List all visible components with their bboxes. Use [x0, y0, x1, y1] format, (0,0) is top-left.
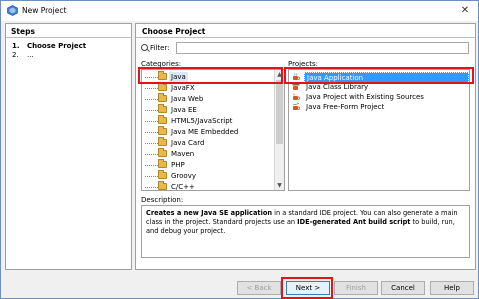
project-item-java-class-library[interactable]: Java Class Library [291, 82, 467, 92]
search-icon [141, 44, 148, 51]
tree-connector [145, 132, 158, 133]
folder-icon [158, 115, 167, 124]
categories-label: Categories: [141, 60, 182, 68]
projects-list[interactable]: Java Application Java Class Library Java… [288, 69, 470, 191]
folder-icon [158, 181, 167, 190]
description-bold-1: Creates a new Java SE application [146, 209, 273, 217]
finish-button[interactable]: Finish [334, 281, 378, 295]
category-label: Java Card [171, 139, 205, 147]
tree-connector [145, 165, 158, 166]
project-item-java-free-form[interactable]: Java Free-Form Project [291, 102, 467, 112]
netbeans-app-icon [7, 5, 18, 16]
category-label: Maven [171, 150, 195, 158]
project-item-java-existing-sources[interactable]: Java Project with Existing Sources [291, 92, 467, 102]
category-item-c-cpp[interactable]: C/C++ [142, 181, 272, 191]
category-label: PHP [171, 161, 185, 169]
description-box: Creates a new Java SE application in a s… [141, 205, 470, 258]
filter-input[interactable] [176, 42, 469, 54]
close-icon: ✕ [460, 5, 470, 16]
folder-icon [158, 93, 167, 102]
filter-label: Filter: [141, 44, 170, 52]
scroll-up-icon[interactable]: ▲ [275, 70, 284, 79]
new-project-dialog: New Project ✕ Steps 1. Choose Project 2..… [0, 0, 479, 299]
category-item-maven[interactable]: Maven [142, 148, 272, 159]
steps-header: Steps [6, 24, 131, 38]
folder-icon [158, 104, 167, 113]
category-label: Java Web [171, 95, 204, 103]
step-number: 1. [12, 42, 20, 50]
steps-panel: Steps 1. Choose Project 2.... [5, 23, 132, 270]
cancel-button[interactable]: Cancel [381, 281, 425, 295]
project-label: Java Class Library [306, 83, 369, 91]
category-item-java-card[interactable]: Java Card [142, 137, 272, 148]
category-item-java-web[interactable]: Java Web [142, 93, 272, 104]
category-item-java-me-embedded[interactable]: Java ME Embedded [142, 126, 272, 137]
category-item-html5-javascript[interactable]: HTML5/JavaScript [142, 115, 272, 126]
panel-header: Choose Project [136, 24, 475, 38]
folder-icon [158, 159, 167, 168]
title-bar: New Project ✕ [1, 1, 478, 21]
folder-icon [158, 71, 167, 80]
scroll-down-icon[interactable]: ▼ [275, 181, 284, 190]
java-free-form-icon [292, 103, 300, 110]
projects-label: Projects: [288, 60, 318, 68]
choose-project-panel: Choose Project Filter: Categories: Proje… [135, 23, 476, 270]
scrollbar-thumb[interactable] [276, 80, 283, 144]
step-label: ... [27, 51, 34, 59]
tree-connector [145, 187, 158, 188]
next-button[interactable]: Next > [286, 281, 330, 295]
folder-icon [158, 148, 167, 157]
panel-title: Choose Project [142, 27, 206, 36]
java-cup-icon [293, 73, 300, 80]
tree-connector [145, 77, 158, 78]
help-button[interactable]: Help [430, 281, 474, 295]
tree-connector [145, 154, 158, 155]
categories-scrollbar[interactable]: ▲ ▼ [274, 70, 284, 190]
category-label: Java [169, 72, 188, 82]
tree-connector [145, 121, 158, 122]
category-item-javafx[interactable]: JavaFX [142, 82, 272, 93]
category-label: JavaFX [171, 84, 195, 92]
project-label: Java Project with Existing Sources [306, 93, 424, 101]
tree-connector [145, 99, 158, 100]
steps-title: Steps [11, 27, 35, 36]
tree-connector [145, 176, 158, 177]
project-item-java-application[interactable]: Java Application [291, 72, 469, 84]
tree-connector [145, 88, 158, 89]
java-existing-sources-icon [293, 93, 300, 100]
tree-connector [145, 143, 158, 144]
category-label: Java ME Embedded [171, 128, 239, 136]
category-label: Groovy [171, 172, 196, 180]
category-label: HTML5/JavaScript [171, 117, 233, 125]
project-label: Java Free-Form Project [306, 103, 385, 111]
folder-icon [158, 170, 167, 179]
java-library-icon [292, 84, 300, 90]
category-label: C/C++ [171, 183, 195, 191]
folder-icon [158, 126, 167, 135]
category-item-groovy[interactable]: Groovy [142, 170, 272, 181]
category-item-php[interactable]: PHP [142, 159, 272, 170]
category-label: Java EE [171, 106, 197, 114]
close-button[interactable]: ✕ [456, 3, 474, 19]
folder-icon [158, 82, 167, 91]
step-item-next: 2.... [12, 51, 34, 59]
description-bold-2: IDE-generated Ant build script [297, 218, 411, 226]
filter-label-text: Filter: [150, 44, 170, 52]
window-title: New Project [22, 6, 67, 15]
category-item-java[interactable]: Java [142, 71, 272, 82]
step-label: Choose Project [27, 42, 87, 50]
step-number: 2. [12, 51, 19, 59]
back-button[interactable]: < Back [237, 281, 281, 295]
folder-icon [158, 137, 167, 146]
category-item-java-ee[interactable]: Java EE [142, 104, 272, 115]
categories-tree[interactable]: Java JavaFX Java Web Java EE HTML5/JavaS [141, 69, 285, 191]
tree-connector [145, 110, 158, 111]
step-item-choose-project: 1. Choose Project [12, 42, 86, 50]
description-label: Description: [141, 196, 184, 204]
